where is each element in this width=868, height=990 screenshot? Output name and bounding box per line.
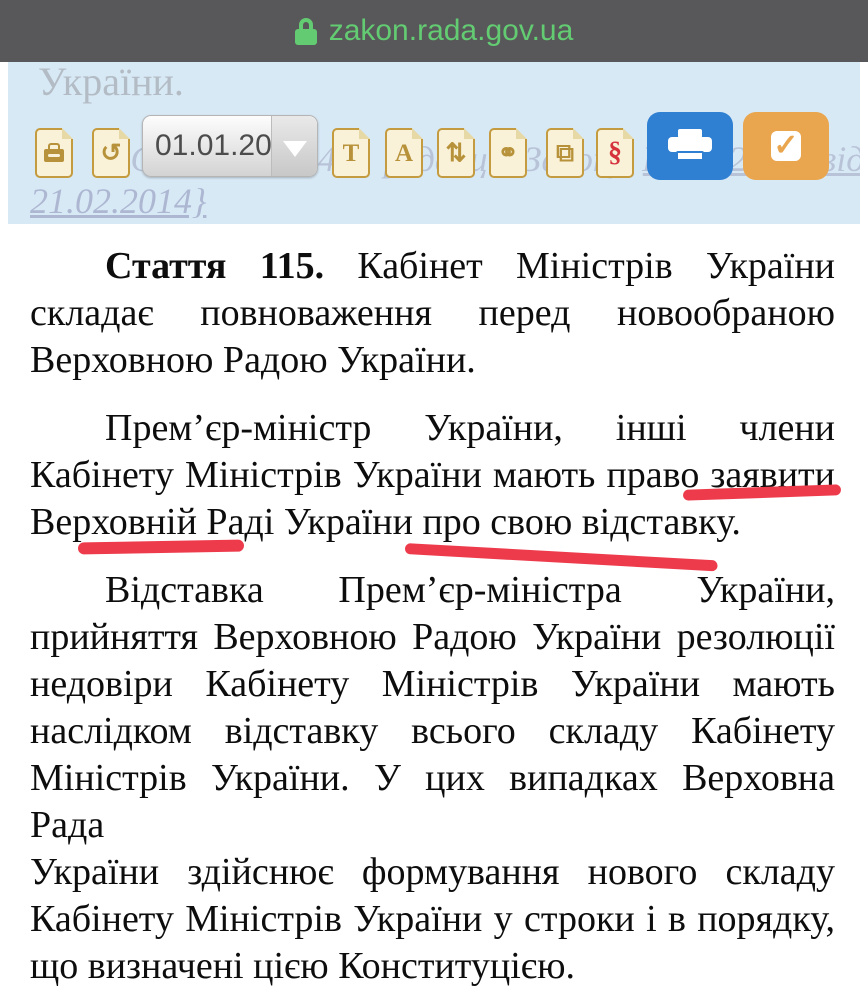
section-sign-glyph: § [608, 139, 622, 167]
article-115-text: Стаття 115. Кабінет Міністрів України ск… [0, 224, 868, 960]
p3-line7: Кабінету Міністрів України у строки і в … [30, 896, 835, 943]
links-document-icon[interactable]: ⚭ [489, 128, 527, 178]
p1-line3: Верховною Радою України. [30, 337, 835, 384]
card-document-icon[interactable] [35, 128, 73, 178]
url-text[interactable]: zakon.rada.gov.ua [329, 14, 574, 48]
paragraph-2: Прем’єр-міністр України, інші члени Кабі… [30, 405, 835, 546]
previous-paragraph-tail: України. [38, 62, 184, 105]
sort-document-icon[interactable]: ⇅ [437, 128, 475, 178]
chain-link-glyph: ⚭ [498, 141, 519, 166]
p3-line2: прийняття Верховною Радою України резолю… [30, 614, 835, 661]
revision-date-value: 01.01.2020 [143, 116, 271, 176]
paragraph-1: Стаття 115. Кабінет Міністрів України ск… [30, 243, 835, 384]
red-underline-verkhovnii-radi [78, 540, 244, 555]
document-toolbar-panel: України. {Стаття 114 в редакції Закону №… [8, 62, 860, 224]
p1-line1-rest: Кабінет Міністрів України [357, 245, 835, 287]
p3-line5: Міністрів України. У цих випадках Верхов… [30, 755, 835, 849]
secure-lock-icon [295, 17, 317, 45]
p2-line3: Верховній Раді України про свою відставк… [30, 499, 835, 546]
p3-line4: наслідком відставку всього складу Кабіне… [30, 708, 835, 755]
p1-line1: Стаття 115. Кабінет Міністрів України [30, 243, 835, 290]
printer-icon [668, 129, 712, 163]
print-button[interactable] [647, 112, 733, 180]
arrows-up-down-glyph: ⇅ [446, 141, 467, 166]
text-small-icon[interactable]: T [332, 128, 370, 178]
p3-line6: України здійснює формування нового склад… [30, 849, 835, 896]
paragraph-document-icon[interactable]: § [596, 128, 634, 178]
briefcase-glyph [44, 149, 64, 162]
chevron-down-icon [283, 141, 307, 157]
checkbox-icon: ✓ [771, 131, 801, 161]
paragraph-3: Відставка Прем’єр-міністра України, прий… [30, 567, 835, 990]
p1-line2: складає повноваження перед новообраною [30, 290, 835, 337]
p3-line1: Відставка Прем’єр-міністра України, [30, 567, 835, 614]
structure-document-icon[interactable]: ⧉ [546, 128, 584, 178]
check-glyph: ✓ [773, 131, 798, 161]
date-dropdown[interactable] [271, 116, 317, 176]
revision-date-select[interactable]: 01.01.2020 [142, 115, 318, 177]
p2-line1: Прем’єр-міністр України, інші члени [30, 405, 835, 452]
history-glyph: ↺ [101, 141, 122, 166]
letter-t-glyph: T [343, 141, 360, 166]
history-document-icon[interactable]: ↺ [92, 128, 130, 178]
p3-line3: недовіри Кабінету Міністрів України мают… [30, 661, 835, 708]
article-number: Стаття 115. [105, 245, 324, 287]
select-text-button[interactable]: ✓ [743, 112, 829, 180]
tree-structure-glyph: ⧉ [556, 141, 574, 166]
letter-a-glyph: A [395, 141, 413, 166]
p3-line8: що визначені цією Конституцією. [30, 943, 835, 990]
text-large-icon[interactable]: A [385, 128, 423, 178]
browser-address-bar[interactable]: zakon.rada.gov.ua [0, 0, 868, 62]
edition-note-date-link[interactable]: 21.02.2014} [30, 180, 206, 222]
